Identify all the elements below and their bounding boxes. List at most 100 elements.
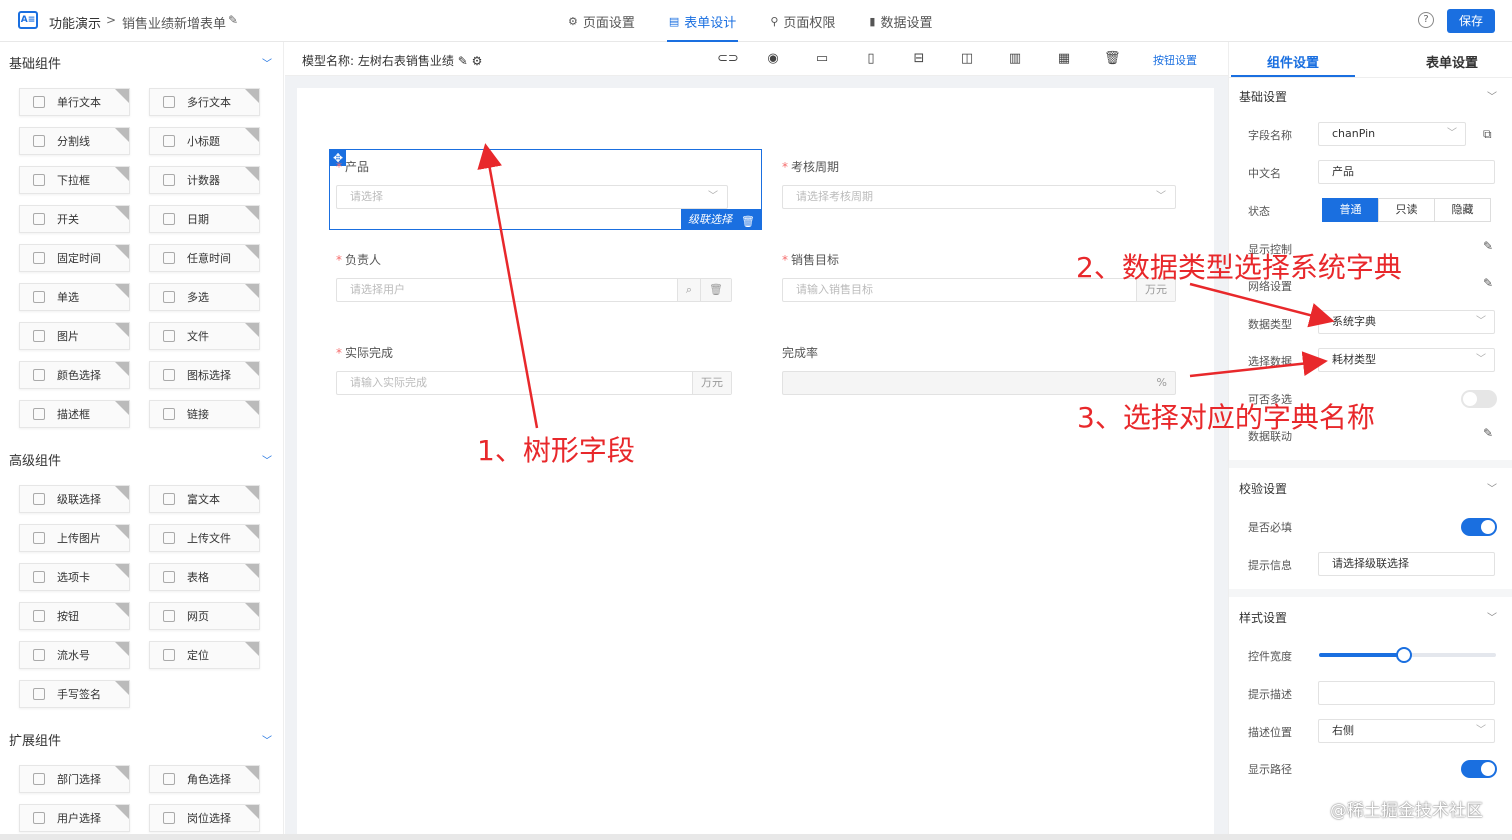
layout-one-column-icon[interactable]: ⊟ [911, 51, 927, 67]
slider-handle[interactable] [1395, 647, 1412, 663]
component-item[interactable]: 下拉框 [19, 166, 130, 194]
pc-view-icon[interactable]: ▭ [814, 51, 830, 67]
select-data-select[interactable]: 耗材类型 ﹀ [1318, 348, 1495, 372]
edit-icon[interactable]: ✎ [458, 54, 468, 68]
tab-page-permission[interactable]: ⚲ 页面权限 [764, 0, 841, 42]
component-item[interactable]: 固定时间 [19, 244, 130, 272]
tab-component-settings[interactable]: 组件设置 [1267, 52, 1319, 71]
component-item[interactable]: 级联选择 [19, 485, 130, 513]
tab-form-settings[interactable]: 表单设置 [1426, 52, 1478, 71]
trash-icon[interactable]: 🗑 [700, 279, 731, 301]
component-item[interactable]: 网页 [149, 602, 260, 630]
component-icon [33, 649, 45, 661]
component-item[interactable]: 多选 [149, 283, 260, 311]
state-hidden[interactable]: 隐藏 [1434, 198, 1491, 222]
chevron-down-icon[interactable]: ﹀ [262, 55, 272, 70]
show-path-toggle[interactable] [1461, 760, 1497, 778]
component-item[interactable]: 图标选择 [149, 361, 260, 389]
owner-user-input[interactable]: 请选择用户 ⌕ 🗑 [336, 278, 732, 302]
component-item[interactable]: 单选 [19, 283, 130, 311]
link-icon[interactable]: ⊂⊃ [717, 51, 739, 67]
component-item[interactable]: 分割线 [19, 127, 130, 155]
control-width-slider[interactable] [1319, 647, 1496, 663]
component-item[interactable]: 日期 [149, 205, 260, 233]
save-button[interactable]: 保存 [1447, 9, 1495, 33]
component-item[interactable]: 开关 [19, 205, 130, 233]
search-icon[interactable]: ⌕ [676, 279, 701, 301]
tab-data-settings[interactable]: ▮ 数据设置 [863, 0, 938, 42]
desc-input[interactable] [1318, 681, 1495, 705]
field-label-rate: 完成率 [782, 346, 819, 360]
edit-title-icon[interactable]: ✎ [228, 13, 238, 27]
field-name-select[interactable]: chanPin ﹀ [1318, 122, 1466, 146]
component-item[interactable]: 按钮 [19, 602, 130, 630]
component-item[interactable]: 上传文件 [149, 524, 260, 552]
copy-icon[interactable]: ⧉ [1483, 127, 1492, 142]
label-data-type: 数据类型 [1248, 318, 1292, 331]
trash-icon[interactable]: 🗑 [1104, 51, 1121, 67]
component-item[interactable]: 小标题 [149, 127, 260, 155]
component-item[interactable]: 文件 [149, 322, 260, 350]
tab-form-design[interactable]: ▤ 表单设计 [663, 0, 742, 42]
chevron-down-icon[interactable]: ﹀ [1487, 609, 1497, 624]
component-item[interactable]: 描述框 [19, 400, 130, 428]
preview-eye-icon[interactable]: ◉ [765, 51, 781, 67]
cn-name-input[interactable]: 产品 [1318, 160, 1495, 184]
chevron-down-icon[interactable]: ﹀ [262, 452, 272, 467]
required-toggle[interactable] [1461, 518, 1497, 536]
component-item[interactable]: 用户选择 [19, 804, 130, 832]
data-type-select[interactable]: 系统字典 ﹀ [1318, 310, 1495, 334]
component-label: 单选 [57, 291, 79, 304]
edit-icon[interactable]: ✎ [1483, 276, 1493, 290]
component-item[interactable]: 流水号 [19, 641, 130, 669]
chevron-down-icon[interactable]: ﹀ [1487, 480, 1497, 495]
component-item[interactable]: 多行文本 [149, 88, 260, 116]
drag-corner [115, 284, 129, 298]
state-normal[interactable]: 普通 [1322, 198, 1379, 222]
component-item[interactable]: 角色选择 [149, 765, 260, 793]
component-item[interactable]: 上传图片 [19, 524, 130, 552]
component-item[interactable]: 部门选择 [19, 765, 130, 793]
chevron-down-icon: ﹀ [1476, 354, 1486, 365]
tab-page-settings[interactable]: ⚙ 页面设置 [562, 0, 641, 42]
component-item[interactable]: 定位 [149, 641, 260, 669]
component-item[interactable]: 手写签名 [19, 680, 130, 708]
chevron-down-icon: ﹀ [1476, 725, 1486, 736]
component-item[interactable]: 富文本 [149, 485, 260, 513]
edit-icon[interactable]: ✎ [1483, 239, 1493, 253]
gear-icon[interactable]: ⚙ [472, 54, 483, 68]
component-item[interactable]: 计数器 [149, 166, 260, 194]
component-item[interactable]: 图片 [19, 322, 130, 350]
form-canvas: ✥ * 产品 请选择 ﹀ 级联选择 🗑 * 考核周期 请选择考核周期 ﹀ * 负责人 请选择… [297, 88, 1214, 840]
chevron-down-icon[interactable]: ﹀ [1487, 88, 1497, 103]
component-item[interactable]: 岗位选择 [149, 804, 260, 832]
label-required: 是否必填 [1248, 521, 1292, 534]
desc-position-select[interactable]: 右侧 ﹀ [1318, 719, 1495, 743]
button-settings-link[interactable]: 按钮设置 [1153, 52, 1197, 68]
multi-select-toggle[interactable] [1461, 390, 1497, 408]
layout-two-column-icon[interactable]: ◫ [959, 51, 975, 67]
component-item[interactable]: 链接 [149, 400, 260, 428]
component-item[interactable]: 表格 [149, 563, 260, 591]
tip-info-input[interactable]: 请选择级联选择 [1318, 552, 1495, 576]
component-item[interactable]: 单行文本 [19, 88, 130, 116]
component-item[interactable]: 任意时间 [149, 244, 260, 272]
chevron-down-icon[interactable]: ﹀ [262, 732, 272, 747]
actual-input[interactable]: 请输入实际完成 万元 [336, 371, 732, 395]
trash-icon[interactable]: 🗑 [741, 211, 755, 232]
state-readonly[interactable]: 只读 [1378, 198, 1435, 222]
layout-four-column-icon[interactable]: ▦ [1056, 51, 1072, 67]
period-select[interactable]: 请选择考核周期 ﹀ [782, 185, 1176, 209]
component-item[interactable]: 颜色选择 [19, 361, 130, 389]
component-label: 图标选择 [187, 369, 231, 382]
help-icon[interactable]: ? [1418, 12, 1434, 28]
component-label: 固定时间 [57, 252, 101, 265]
drag-corner [245, 603, 259, 617]
layout-three-column-icon[interactable]: ▥ [1007, 51, 1023, 67]
component-icon [33, 252, 45, 264]
breadcrumb-root[interactable]: 功能演示 [49, 13, 101, 32]
component-item[interactable]: 选项卡 [19, 563, 130, 591]
edit-icon[interactable]: ✎ [1483, 426, 1493, 440]
product-select[interactable]: 请选择 ﹀ [336, 185, 728, 209]
mobile-view-icon[interactable]: ▯ [863, 51, 879, 67]
